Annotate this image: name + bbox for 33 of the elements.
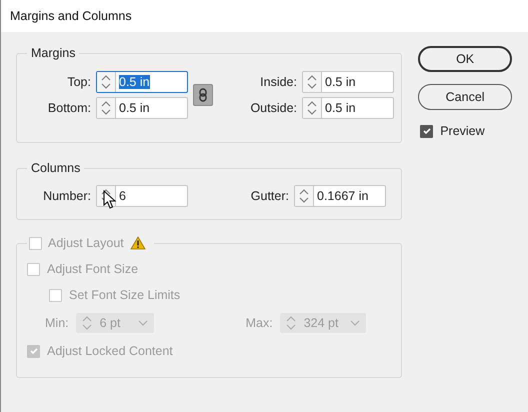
tick-icon xyxy=(422,126,432,136)
checkbox-label: Preview xyxy=(440,124,485,138)
spinner-field[interactable]: 0.5 in xyxy=(302,71,394,93)
checkbox-label: Adjust Layout xyxy=(48,236,124,250)
warning-icon xyxy=(130,236,146,250)
spinner-field[interactable]: 0.1667 in xyxy=(294,185,386,207)
checkbox-label: Adjust Locked Content xyxy=(47,344,173,358)
chain-icon xyxy=(199,88,207,102)
checkbox[interactable] xyxy=(420,124,434,138)
tick-icon xyxy=(28,346,38,356)
group-title: Columns xyxy=(30,161,82,175)
field-label: Outside: xyxy=(249,101,298,115)
spinner-field[interactable]: 0.5 in xyxy=(96,97,188,119)
spinner-field[interactable]: 0.5 in xyxy=(302,97,394,119)
field-label: Min: xyxy=(45,316,69,330)
field-label: Bottom: xyxy=(46,101,92,115)
caret-icon xyxy=(138,320,148,326)
window-title: Margins and Columns xyxy=(10,9,132,23)
caret-icon xyxy=(350,320,360,326)
link-button[interactable] xyxy=(193,84,213,106)
checkbox-label: Adjust Font Size xyxy=(47,262,138,276)
ok-button[interactable]: OK xyxy=(418,46,512,72)
field-label: Max: xyxy=(246,316,273,330)
cursor-icon xyxy=(103,190,117,210)
cancel-button[interactable]: Cancel xyxy=(418,84,512,110)
field-label: Top: xyxy=(66,75,92,89)
group-title: Margins xyxy=(30,46,76,60)
field-label: Gutter: xyxy=(250,189,290,203)
field-label: Number: xyxy=(42,189,92,203)
spinner-field[interactable]: 0.5 in xyxy=(96,71,188,93)
checkbox-label: Set Font Size Limits xyxy=(69,288,180,302)
spinner-field[interactable]: 6 xyxy=(96,185,188,207)
field-label: Inside: xyxy=(259,75,298,89)
